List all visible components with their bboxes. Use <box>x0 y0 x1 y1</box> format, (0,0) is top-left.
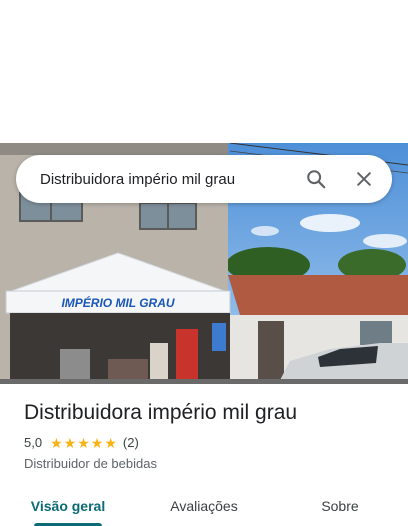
search-input[interactable]: Distribuidora império mil grau <box>40 171 296 188</box>
search-button[interactable] <box>296 159 336 199</box>
close-button[interactable] <box>344 159 384 199</box>
close-icon <box>357 172 371 186</box>
tab-reviews[interactable]: Avaliações <box>136 486 272 526</box>
star-icon: ★ <box>77 434 90 451</box>
sign-text: IMPÉRIO MIL GRAU <box>61 295 174 310</box>
place-title: Distribuidora império mil grau <box>24 401 298 424</box>
tab-overview[interactable]: Visão geral <box>0 486 136 526</box>
place-category: Distribuidor de bebidas <box>24 456 157 471</box>
rating-stars: ★ ★ ★ ★ ★ <box>50 436 117 450</box>
star-icon: ★ <box>50 434 63 451</box>
search-icon <box>307 170 326 189</box>
place-tabs: Visão geral Avaliações Sobre <box>0 486 408 526</box>
star-icon: ★ <box>90 434 104 451</box>
rating-row[interactable]: 5,0 ★ ★ ★ ★ ★ (2) <box>24 435 139 450</box>
review-count[interactable]: (2) <box>123 435 139 450</box>
place-page: IMPÉRIO MIL GRAU Distribuidora império m… <box>0 0 408 526</box>
tab-about[interactable]: Sobre <box>272 486 408 526</box>
star-icon: ★ <box>104 434 117 451</box>
search-bar[interactable]: Distribuidora império mil grau <box>16 155 392 203</box>
star-icon: ★ <box>63 434 77 451</box>
rating-value: 5,0 <box>24 435 43 450</box>
